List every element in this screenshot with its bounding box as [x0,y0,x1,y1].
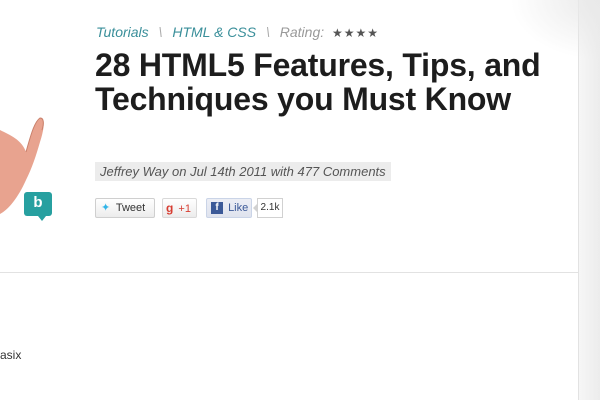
logo-badge[interactable]: b [24,192,52,221]
breadcrumb-separator: \ [265,24,270,40]
breadcrumb-separator: \ [158,24,163,40]
gplus-label: +1 [178,203,191,215]
rating-label: Rating: [279,24,325,40]
gplus-g-icon: g [166,201,174,215]
sidebar-snippet-text: asix [0,348,22,362]
rating-stars-icon: ★★★★ [332,26,380,40]
facebook-like-label: Like [228,202,249,214]
article-title: 28 HTML5 Features, Tips, and Techniques … [95,47,541,117]
article-meta: Jeffrey Way on Jul 14th 2011 with 477 Co… [95,162,391,181]
facebook-like-button[interactable]: f Like [206,198,252,218]
twitter-bird-icon: ✦ [101,202,111,214]
page-right-gutter [578,0,600,400]
logo-badge-letter: b [33,194,43,211]
tweet-button[interactable]: ✦ Tweet [95,198,155,218]
facebook-like-count: 2.1k [253,198,283,218]
tweet-label: Tweet [115,202,146,214]
gplus-button[interactable]: g +1 [162,198,197,218]
breadcrumb-category-link[interactable]: Tutorials [96,24,149,40]
breadcrumb: Tutorials \ HTML & CSS \ Rating: ★★★★ [96,24,379,40]
content-divider [0,272,579,273]
facebook-f-icon: f [211,202,223,214]
breadcrumb-subcategory-link[interactable]: HTML & CSS [172,24,256,40]
